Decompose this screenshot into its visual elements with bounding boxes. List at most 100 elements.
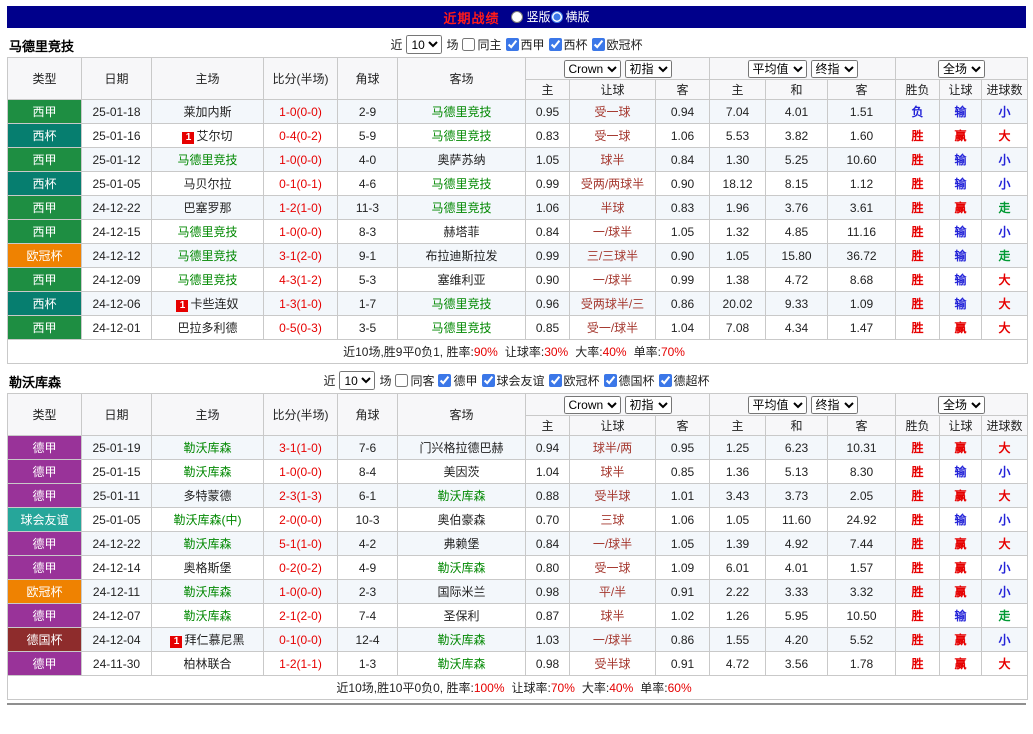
away-team-cell[interactable]: 门兴格拉德巴赫 bbox=[397, 435, 526, 460]
home-team-cell[interactable]: 柏林联合 bbox=[151, 651, 264, 676]
filter-checkbox-欧冠杯[interactable]: 欧冠杯 bbox=[548, 372, 600, 389]
away-team-cell[interactable]: 马德里竞技 bbox=[397, 171, 526, 196]
away-team-cell[interactable]: 布拉迪斯拉发 bbox=[397, 243, 526, 268]
odds-source-select[interactable]: 平均值 bbox=[747, 59, 807, 78]
odds-source-select[interactable]: 终指 bbox=[810, 59, 858, 78]
score-cell: 3-1(1-0) bbox=[263, 435, 338, 460]
recent-count-select[interactable]: 10 bbox=[339, 371, 376, 390]
away-team-cell[interactable]: 塞维利亚 bbox=[397, 267, 526, 292]
summary-stat-value: 70% bbox=[660, 345, 685, 359]
date-cell: 24-11-30 bbox=[81, 651, 152, 676]
home-team-cell[interactable]: 1 拜仁慕尼黑 bbox=[151, 627, 264, 652]
summary-stat-label: 让球率: bbox=[504, 345, 545, 359]
home-team-cell[interactable]: 勒沃库森 bbox=[151, 531, 264, 556]
odds-source-select[interactable]: 平均值 bbox=[747, 395, 807, 414]
match-row: 西甲 24-12-15 马德里竞技 1-0(0-0) 8-3 赫塔菲 0.84 一/球半 1.0… bbox=[7, 219, 1029, 244]
home-team-cell[interactable]: 马德里竞技 bbox=[151, 147, 264, 172]
checkbox-西甲[interactable] bbox=[505, 38, 519, 51]
checkbox-同主[interactable] bbox=[462, 38, 476, 51]
summary-stat-label: 胜率: bbox=[446, 681, 474, 695]
filter-checkbox-德超杯[interactable]: 德超杯 bbox=[658, 372, 710, 389]
filter-checkbox-德国杯[interactable]: 德国杯 bbox=[603, 372, 655, 389]
result-cell: 胜 bbox=[895, 315, 941, 340]
match-row: 欧冠杯 24-12-12 马德里竞技 3-1(2-0) 9-1 布拉迪斯拉发 0.99 三/三… bbox=[7, 243, 1029, 268]
checkbox-同客[interactable] bbox=[395, 374, 409, 387]
home-team-cell[interactable]: 莱加内斯 bbox=[151, 99, 264, 124]
home-team-cell[interactable]: 1 艾尔切 bbox=[151, 123, 264, 148]
home-team-cell[interactable]: 马德里竞技 bbox=[151, 267, 264, 292]
away-team-name: 门兴格拉德巴赫 bbox=[419, 441, 504, 455]
odds-source-select[interactable]: 初指 bbox=[624, 59, 672, 78]
away-team-cell[interactable]: 马德里竞技 bbox=[397, 123, 526, 148]
home-team-cell[interactable]: 勒沃库森 bbox=[151, 459, 264, 484]
odds-source-select[interactable]: Crown bbox=[563, 395, 621, 414]
odds-cell: 1.09 bbox=[827, 291, 897, 316]
layout-radio-0[interactable] bbox=[511, 10, 524, 23]
away-team-cell[interactable]: 勒沃库森 bbox=[397, 483, 526, 508]
checkbox-球会友谊[interactable] bbox=[481, 374, 495, 387]
away-team-cell[interactable]: 圣保利 bbox=[397, 603, 526, 628]
filter-checkbox-西杯[interactable]: 西杯 bbox=[548, 36, 588, 53]
checkbox-德甲[interactable] bbox=[438, 374, 452, 387]
odds-source-select[interactable]: 全场 bbox=[938, 59, 986, 78]
summary-stat-label: 大率: bbox=[581, 681, 610, 695]
home-team-cell[interactable]: 1 卡些连奴 bbox=[151, 291, 264, 316]
home-team-cell[interactable]: 马德里竞技 bbox=[151, 219, 264, 244]
home-team-cell[interactable]: 勒沃库森 bbox=[151, 435, 264, 460]
away-team-cell[interactable]: 马德里竞技 bbox=[397, 195, 526, 220]
checkbox-德超杯[interactable] bbox=[658, 374, 672, 387]
filter-checkbox-欧冠杯[interactable]: 欧冠杯 bbox=[591, 36, 643, 53]
home-team-cell[interactable]: 巴塞罗那 bbox=[151, 195, 264, 220]
odds-cell: 6.23 bbox=[765, 435, 829, 460]
odds-source-select[interactable]: Crown bbox=[563, 59, 621, 78]
checkbox-欧冠杯[interactable] bbox=[548, 374, 562, 387]
odds-cell: 1.47 bbox=[827, 315, 897, 340]
away-team-cell[interactable]: 弗赖堡 bbox=[397, 531, 526, 556]
away-team-cell[interactable]: 国际米兰 bbox=[397, 579, 526, 604]
layout-option-1[interactable]: 横版 bbox=[550, 8, 590, 25]
home-team-cell[interactable]: 马德里竞技 bbox=[151, 243, 264, 268]
corners-cell: 7-6 bbox=[337, 435, 398, 460]
away-team-cell[interactable]: 马德里竞技 bbox=[397, 291, 526, 316]
layout-radio-1[interactable] bbox=[550, 10, 563, 23]
filter-checkbox-西甲[interactable]: 西甲 bbox=[505, 36, 545, 53]
away-team-cell[interactable]: 赫塔菲 bbox=[397, 219, 526, 244]
sub-col-header: 客 bbox=[654, 415, 711, 436]
away-team-cell[interactable]: 勒沃库森 bbox=[397, 627, 526, 652]
result-cell: 输 bbox=[939, 291, 983, 316]
away-team-cell[interactable]: 勒沃库森 bbox=[397, 555, 526, 580]
home-team-cell[interactable]: 勒沃库森 bbox=[151, 603, 264, 628]
recent-count-select[interactable]: 10 bbox=[406, 35, 443, 54]
home-team-name: 马德里竞技 bbox=[177, 249, 238, 263]
filter-checkbox-同客[interactable]: 同客 bbox=[395, 372, 434, 389]
away-team-cell[interactable]: 奥萨苏纳 bbox=[397, 147, 526, 172]
away-team-cell[interactable]: 奥伯豪森 bbox=[397, 507, 526, 532]
away-team-cell[interactable]: 马德里竞技 bbox=[397, 99, 526, 124]
filter-checkbox-球会友谊[interactable]: 球会友谊 bbox=[481, 372, 545, 389]
odds-source-select[interactable]: 初指 bbox=[624, 395, 672, 414]
away-team-cell[interactable]: 勒沃库森 bbox=[397, 651, 526, 676]
odds-cell: 1.36 bbox=[709, 459, 767, 484]
filter-checkbox-同主[interactable]: 同主 bbox=[462, 36, 502, 53]
filter-checkbox-德甲[interactable]: 德甲 bbox=[438, 372, 478, 389]
checkbox-欧冠杯[interactable] bbox=[591, 38, 605, 51]
checkbox-西杯[interactable] bbox=[548, 38, 562, 51]
away-team-cell[interactable]: 马德里竞技 bbox=[397, 315, 526, 340]
away-team-cell[interactable]: 美因茨 bbox=[397, 459, 526, 484]
odds-source-select[interactable]: 终指 bbox=[810, 395, 858, 414]
odds-cell: 8.15 bbox=[765, 171, 829, 196]
home-team-cell[interactable]: 奥格斯堡 bbox=[151, 555, 264, 580]
home-team-cell[interactable]: 勒沃库森(中) bbox=[151, 507, 264, 532]
odds-cell: 0.96 bbox=[525, 291, 570, 316]
home-team-cell[interactable]: 巴拉多利德 bbox=[151, 315, 264, 340]
home-team-cell[interactable]: 多特蒙德 bbox=[151, 483, 264, 508]
sub-col-header: 进球数 bbox=[981, 415, 1029, 436]
odds-source-select[interactable]: 全场 bbox=[938, 395, 986, 414]
home-team-name: 奥格斯堡 bbox=[183, 561, 232, 575]
home-team-name: 勒沃库森 bbox=[183, 441, 232, 455]
home-team-cell[interactable]: 勒沃库森 bbox=[151, 579, 264, 604]
layout-option-0[interactable]: 竖版 bbox=[511, 8, 551, 25]
home-team-cell[interactable]: 马贝尔拉 bbox=[151, 171, 264, 196]
checkbox-德国杯[interactable] bbox=[603, 374, 617, 387]
result-cell: 赢 bbox=[939, 579, 983, 604]
